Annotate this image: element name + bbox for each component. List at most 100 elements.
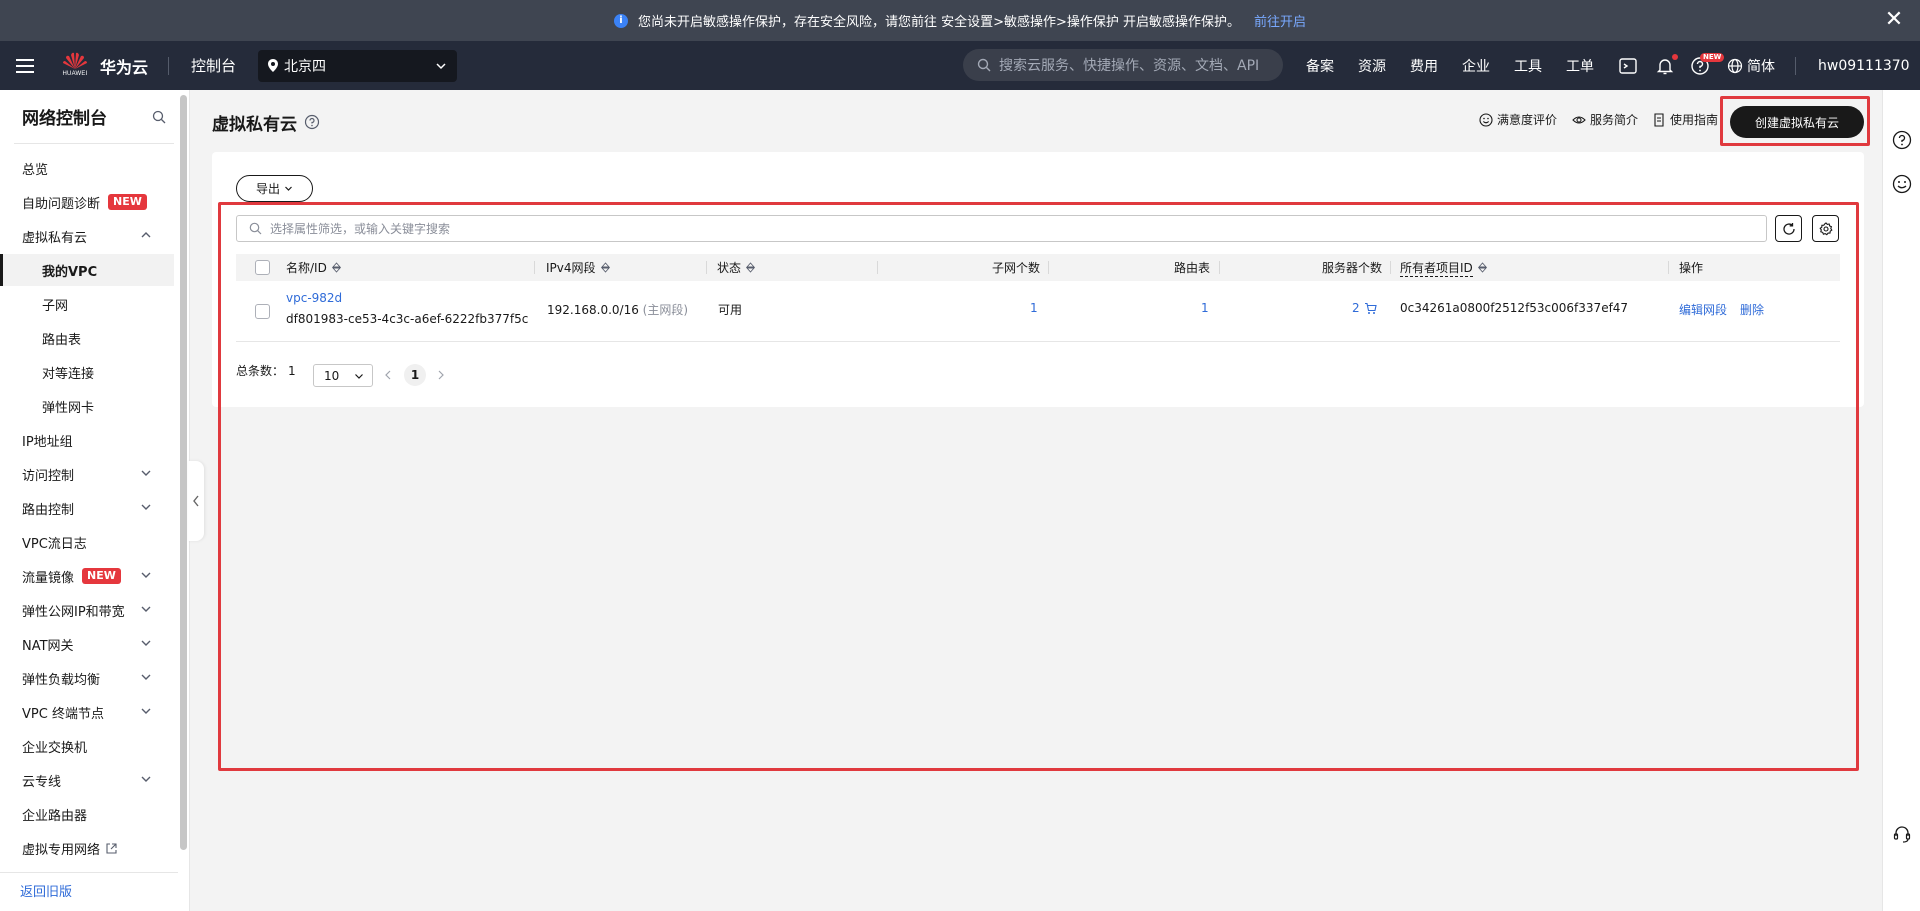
sidebar-item-my-vpc[interactable]: 我的VPC [0,254,174,286]
search-icon [249,222,262,235]
cloud-shell-icon[interactable] [1618,56,1638,76]
delete-link[interactable]: 删除 [1740,301,1764,318]
sidebar-item-label: 路由表 [42,332,82,348]
sort-icon[interactable] [331,262,341,273]
table-settings-button[interactable] [1812,215,1839,242]
sidebar-item-nat[interactable]: NAT网关 [0,628,174,660]
column-header-status[interactable]: 状态 [717,254,756,281]
user-guide-link[interactable]: 使用指南 [1652,111,1718,128]
sidebar-item-eip[interactable]: 弹性公网IP和带宽 [0,594,174,626]
column-header-name-id[interactable]: 名称/ID [286,254,341,281]
search-icon[interactable] [152,110,166,124]
sidebar-item-subnets[interactable]: 子网 [0,288,174,320]
sidebar-item-label: 流量镜像 [22,570,75,586]
globe-icon [1727,58,1743,73]
select-all-checkbox[interactable] [255,260,270,275]
owner-project-id: 0c34261a0800f2512f53c006f337ef47 [1400,301,1629,315]
row-checkbox[interactable] [255,304,270,319]
language-switcher[interactable]: 简体 [1727,41,1775,90]
create-vpc-button[interactable]: 创建虚拟私有云 [1730,106,1864,138]
sidebar-item-diagnosis[interactable]: 自助问题诊断 NEW [0,186,174,218]
attribute-filter-search-input[interactable]: 选择属性筛选，或输入关键字搜索 [236,215,1767,242]
column-header-owner-project-id[interactable]: 所有者项目ID [1400,254,1487,281]
topnav-tickets[interactable]: 工单 [1566,41,1594,90]
customer-service-headset-icon[interactable] [1892,824,1912,844]
sidebar-item-enterprise-switch[interactable]: 企业交换机 [0,730,174,762]
sidebar-scrollbar[interactable] [180,95,187,850]
pagination-total: 总条数： 1 [236,362,296,379]
sidebar-item-label: 我的VPC [42,264,98,280]
chevron-up-icon [141,232,151,238]
divider [14,143,174,144]
feedback-smiley-icon[interactable] [1892,174,1912,194]
sidebar-item-vpc[interactable]: 虚拟私有云 [0,220,174,252]
sidebar-item-enterprise-router[interactable]: 企业路由器 [0,798,174,830]
cart-icon[interactable] [1364,302,1377,315]
refresh-button[interactable] [1775,215,1802,242]
sidebar-item-label: 云专线 [22,774,62,790]
sidebar-item-flow-logs[interactable]: VPC流日志 [0,526,174,558]
sidebar-item-traffic-mirror[interactable]: 流量镜像 NEW [0,560,174,592]
help-icon[interactable] [304,114,320,130]
console-link[interactable]: 控制台 [191,55,236,76]
route-table-count-link[interactable]: 1 [1201,301,1209,315]
sidebar-title: 网络控制台 [22,109,107,129]
brand-name: 华为云 [100,57,149,77]
export-button[interactable]: 导出 [236,175,313,202]
sidebar-item-label: 弹性公网IP和带宽 [22,604,125,620]
sort-icon[interactable] [600,262,610,273]
satisfaction-rating-link[interactable]: 满意度评价 [1479,111,1557,128]
sidebar-item-overview[interactable]: 总览 [0,152,174,184]
help-icon[interactable] [1892,130,1912,150]
edit-cidr-link[interactable]: 编辑网段 [1679,301,1727,318]
prev-page-button[interactable] [381,367,395,383]
sidebar-item-label: NAT网关 [22,638,74,654]
sidebar-item-ip-groups[interactable]: IP地址组 [0,424,174,456]
sort-icon[interactable] [1477,262,1487,273]
subnet-count-link[interactable]: 1 [1030,301,1038,315]
page-number-current[interactable]: 1 [404,364,426,386]
sort-icon[interactable] [746,262,756,273]
vpc-name-link[interactable]: vpc-982d [286,291,342,305]
menu-icon[interactable] [16,58,34,73]
server-count-link[interactable]: 2 [1352,301,1360,315]
sidebar-item-peering[interactable]: 对等连接 [0,356,174,388]
column-divider [1668,261,1669,274]
topnav-enterprise[interactable]: 企业 [1462,41,1490,90]
column-header-actions: 操作 [1679,254,1703,281]
notice-message: 您尚未开启敏感操作保护，存在安全风险，请您前往 安全设置>敏感操作>操作保护 开… [637,15,1241,30]
column-label: 子网个数 [991,261,1040,275]
next-page-button[interactable] [434,367,448,383]
back-to-old-version-link[interactable]: 返回旧版 [20,881,72,900]
global-search-input[interactable]: 搜索云服务、快捷操作、资源、文档、API [963,49,1283,81]
chevron-down-icon [141,674,151,680]
user-account[interactable]: hw09111370 [1818,41,1910,90]
topnav-tools[interactable]: 工具 [1514,41,1542,90]
sidebar-collapse-toggle[interactable] [188,461,204,541]
close-icon[interactable]: ✕ [1882,8,1906,32]
chevron-down-icon [141,606,151,612]
sidebar-item-route-control[interactable]: 路由控制 [0,492,174,524]
enable-protection-link[interactable]: 前往开启 [1254,11,1306,30]
topnav-resources[interactable]: 资源 [1358,41,1386,90]
sidebar-item-access-control[interactable]: 访问控制 [0,458,174,490]
sidebar-item-route-tables[interactable]: 路由表 [0,322,174,354]
sidebar-item-elb[interactable]: 弹性负载均衡 [0,662,174,694]
sidebar-item-eni[interactable]: 弹性网卡 [0,390,174,422]
chevron-down-icon [436,62,446,69]
sidebar-item-vpc-endpoint[interactable]: VPC 终端节点 [0,696,174,728]
divider [0,872,178,873]
service-overview-link[interactable]: 服务简介 [1572,111,1638,128]
sidebar-item-label: 对等连接 [42,366,95,382]
sidebar-item-vpn[interactable]: 虚拟专用网络 [0,832,174,864]
user-guide-label: 使用指南 [1670,113,1719,127]
topnav-billing[interactable]: 费用 [1410,41,1438,90]
column-divider [1048,261,1049,274]
topnav-filing[interactable]: 备案 [1306,41,1334,90]
sidebar-item-direct-connect[interactable]: 云专线 [0,764,174,796]
region-selector[interactable]: 北京四 [258,49,458,82]
page-size-select[interactable]: 10 [313,364,373,387]
right-tool-rail [1882,90,1920,911]
column-header-ipv4[interactable]: IPv4网段 [546,254,610,281]
huawei-cloud-logo[interactable]: HUAWEI 华为云 [60,52,148,80]
